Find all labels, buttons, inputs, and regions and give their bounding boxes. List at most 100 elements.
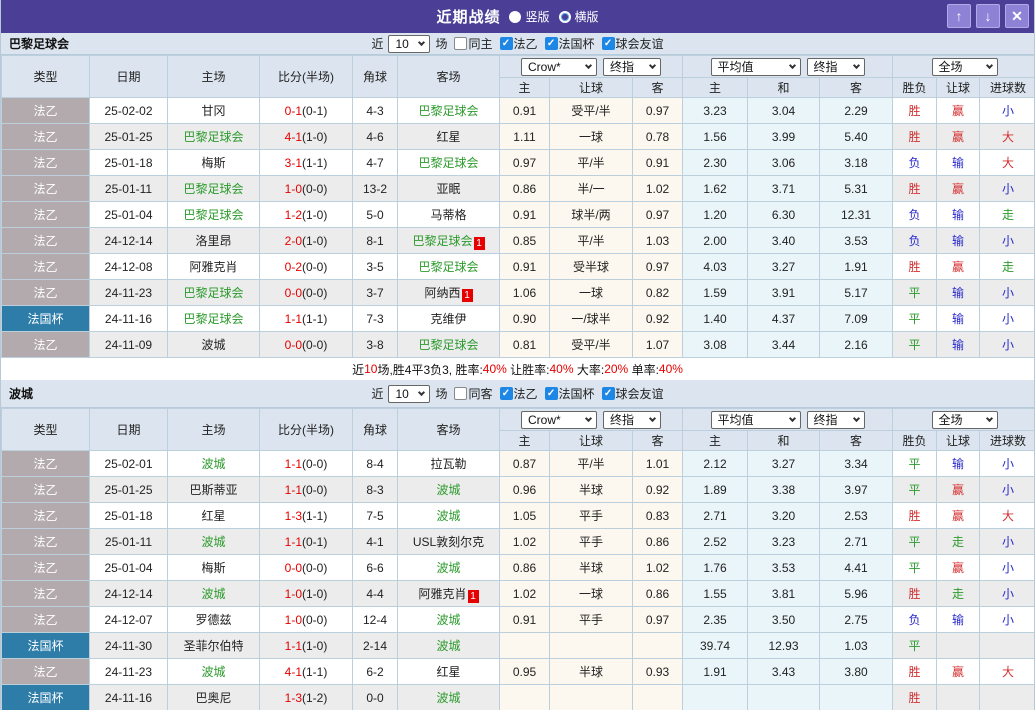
avg-odds-draw-cell: 3.44 [748,332,820,358]
corner-cell: 4-4 [353,581,398,607]
handicap-odds-away-cell: 0.97 [633,202,683,228]
match-type-cell: 法乙 [2,607,90,633]
handicap-line-cell: 半/一 [550,176,633,202]
home-team-cell: 巴斯蒂亚 [168,477,260,503]
match-date-cell: 25-01-11 [90,529,168,555]
match-row: 法乙24-12-07罗德兹1-0(0-0)12-4波城0.91平手0.972.3… [2,607,1035,633]
avg-source-select[interactable]: 平均值 [711,58,801,76]
handicap-odds-away-cell: 0.97 [633,254,683,280]
handicap-odds-away-cell [633,685,683,710]
summary-segment: 让胜率: [507,361,550,378]
away-team-cell: 巴黎足球会1 [398,228,500,254]
league-checkbox[interactable]: ✓ [500,387,513,400]
league-checkbox[interactable]: ✓ [500,37,513,50]
corner-cell: 6-2 [353,659,398,685]
score-cell: 1-0(1-0) [260,581,353,607]
avg-time-select[interactable]: 终指 [807,58,865,76]
score-halftime: (0-0) [302,182,327,196]
move-up-button[interactable]: ↑ [947,4,971,28]
league-checkbox[interactable]: ✓ [545,37,558,50]
col-home: 主场 [168,409,260,451]
odds-source-select[interactable]: Crow* [521,411,597,429]
avg-source-select[interactable]: 平均值 [711,411,801,429]
near-count-select[interactable]: 10 [388,385,430,403]
chevron-down-icon [788,414,795,421]
odds-time-select[interactable]: 终指 [603,58,661,76]
same-venue-checkbox[interactable] [454,387,467,400]
corner-cell: 5-0 [353,202,398,228]
score-fulltime: 2-0 [285,234,302,248]
result-handicap-cell: 走 [937,529,980,555]
scope-select[interactable]: 全场 [932,411,998,429]
league-checkbox-label: 球会友谊 [616,35,664,52]
same-venue-checkbox[interactable] [454,37,467,50]
league-checkbox[interactable]: ✓ [602,387,615,400]
home-team-cell: 罗德兹 [168,607,260,633]
handicap-odds-away-cell: 0.86 [633,529,683,555]
odds-time-select[interactable]: 终指 [603,411,661,429]
handicap-odds-away-cell: 0.91 [633,150,683,176]
handicap-odds-away-cell: 0.97 [633,98,683,124]
move-down-button[interactable]: ↓ [976,4,1000,28]
avg-odds-home-cell: 1.56 [683,124,748,150]
team-name: 巴黎足球会 [183,312,243,326]
avg-time-select[interactable]: 终指 [807,411,865,429]
team-name: 马蒂格 [430,208,466,222]
team-name: 巴黎足球会 [183,208,243,222]
match-date-cell: 25-01-18 [90,503,168,529]
score-cell: 1-1(0-0) [260,451,353,477]
away-team-cell: 马蒂格 [398,202,500,228]
handicap-line-cell: 平手 [550,607,633,633]
score-halftime: (1-0) [302,587,327,601]
match-row: 法国杯24-11-16巴奥尼1-3(1-2)0-0波城胜 [2,685,1035,710]
match-date-cell: 25-01-11 [90,176,168,202]
match-type-cell: 法乙 [2,451,90,477]
layout-radio-vertical[interactable]: 竖版 [509,8,549,25]
scope-select[interactable]: 全场 [932,58,998,76]
score-halftime: (1-0) [302,234,327,248]
match-type-cell: 法乙 [2,254,90,280]
section-header-paris: 巴黎足球会 近 10 场 同主 ✓法乙✓法国杯✓球会友谊 [1,33,1034,55]
avg-odds-away-cell: 5.31 [820,176,893,202]
chevron-down-icon [418,388,425,395]
away-team-cell: 波城 [398,477,500,503]
league-checkbox[interactable]: ✓ [602,37,615,50]
col-away: 客场 [398,56,500,98]
close-button[interactable]: ✕ [1005,4,1029,28]
result-wdl-cell: 胜 [893,685,937,710]
layout-radio-horizontal[interactable]: 横版 [559,8,599,25]
score-cell: 1-1(1-1) [260,306,353,332]
team-name: 梅斯 [201,156,225,170]
handicap-line-cell [550,633,633,659]
result-wdl-cell: 负 [893,228,937,254]
home-team-cell: 波城 [168,659,260,685]
handicap-odds-home-cell: 0.81 [500,332,550,358]
match-type-cell: 法乙 [2,98,90,124]
odds-source-select[interactable]: Crow* [521,58,597,76]
score-halftime: (0-0) [302,338,327,352]
team-name: 亚眠 [436,182,460,196]
result-handicap-cell: 赢 [937,124,980,150]
away-team-cell: 拉瓦勒 [398,451,500,477]
subcol-avg-draw: 和 [748,78,820,98]
result-wdl-cell: 胜 [893,176,937,202]
away-team-cell: 巴黎足球会 [398,254,500,280]
avg-odds-home-cell: 2.12 [683,451,748,477]
handicap-odds-home-cell: 0.95 [500,659,550,685]
near-count-select[interactable]: 10 [388,35,430,53]
radio-unselected-icon [559,11,571,23]
score-halftime: (1-1) [302,312,327,326]
team-name: 红星 [436,665,460,679]
result-handicap-cell [937,633,980,659]
league-checkbox[interactable]: ✓ [545,387,558,400]
avg-odds-draw-cell: 4.37 [748,306,820,332]
avg-odds-away-cell: 3.34 [820,451,893,477]
score-fulltime: 0-2 [285,260,302,274]
team-name: 波城 [436,613,460,627]
match-row: 法乙25-01-25巴斯蒂亚1-1(0-0)8-3波城0.96半球0.921.8… [2,477,1035,503]
result-handicap-cell: 输 [937,150,980,176]
avg-odds-home-cell: 2.71 [683,503,748,529]
handicap-line-cell: 平手 [550,503,633,529]
filter-controls: 近 10 场 同主 ✓法乙✓法国杯✓球会友谊 [371,35,663,53]
score-fulltime: 1-3 [285,691,302,705]
